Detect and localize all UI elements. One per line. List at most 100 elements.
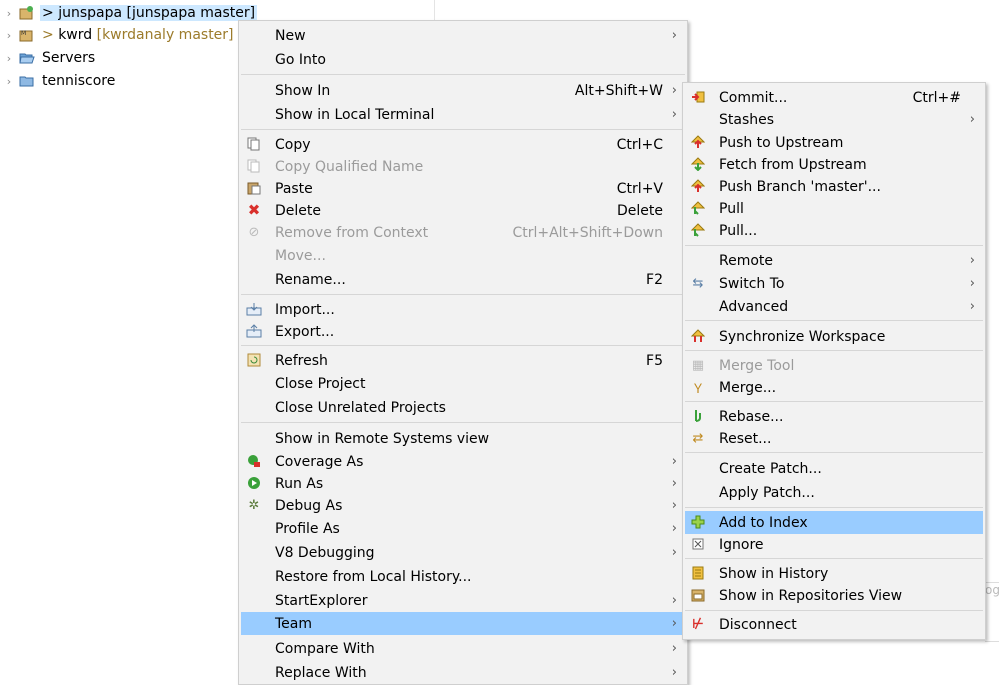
menu-item-switch-to[interactable]: ⇆ Switch To › (685, 272, 983, 295)
menu-item-merge-tool[interactable]: ▦ Merge Tool (685, 354, 983, 377)
menu-item-profile-as[interactable]: Profile As › (241, 517, 685, 540)
menu-item-rename[interactable]: Rename... F2 (241, 268, 685, 291)
menu-item-compare-with[interactable]: Compare With › (241, 637, 685, 660)
menu-item-copy-qualified-name[interactable]: Copy Qualified Name (241, 155, 685, 178)
submenu-arrow-icon: › (671, 593, 677, 608)
menu-item-delete[interactable]: ✖ Delete Delete (241, 199, 685, 222)
menu-item-commit[interactable]: Commit... Ctrl+# (685, 86, 983, 109)
menu-item-label: Team (275, 615, 313, 632)
menu-item-new[interactable]: New › (241, 24, 685, 47)
menu-item-label: Advanced (719, 298, 789, 315)
repositories-view-icon (690, 587, 706, 603)
menu-item-move[interactable]: Move... (241, 244, 685, 267)
menu-item-show-in-history[interactable]: Show in History (685, 562, 983, 585)
menu-item-remote[interactable]: Remote › (685, 249, 983, 272)
menu-separator (685, 320, 983, 321)
menu-item-label: Copy Qualified Name (275, 158, 424, 175)
submenu-arrow-icon: › (671, 665, 677, 680)
folder-open-icon (18, 50, 36, 66)
menu-item-paste[interactable]: Paste Ctrl+V (241, 177, 685, 200)
menu-item-pull[interactable]: Pull (685, 197, 983, 220)
menu-item-disconnect[interactable]: ⊬ Disconnect (685, 613, 983, 636)
menu-item-label: Copy (275, 136, 311, 153)
menu-item-restore-from-local-history[interactable]: Restore from Local History... (241, 565, 685, 588)
menu-separator (241, 345, 685, 346)
menu-item-run-as[interactable]: Run As › (241, 472, 685, 495)
menu-item-label: Merge... (719, 379, 777, 396)
menu-item-show-in-repositories-view[interactable]: Show in Repositories View (685, 584, 983, 607)
menu-item-close-project[interactable]: Close Project (241, 372, 685, 395)
menu-item-copy[interactable]: Copy Ctrl+C (241, 133, 685, 156)
menu-item-startexplorer[interactable]: StartExplorer › (241, 589, 685, 612)
menu-separator (685, 507, 983, 508)
menu-item-go-into[interactable]: Go Into (241, 48, 685, 71)
disconnect-icon: ⊬ (692, 616, 704, 632)
menu-item-push-to-upstream[interactable]: Push to Upstream (685, 131, 983, 154)
menu-item-push-branch[interactable]: Push Branch 'master'... (685, 175, 983, 198)
menu-item-debug-as[interactable]: ✲ Debug As › (241, 494, 685, 517)
menu-item-pull-dialog[interactable]: Pull... (685, 219, 983, 242)
history-icon (690, 565, 706, 581)
expand-arrow-icon[interactable]: › (0, 29, 18, 42)
menu-item-label: Show in Remote Systems view (275, 430, 490, 447)
menu-item-label: Ignore (719, 536, 764, 553)
tree-item-tenniscore[interactable]: › tenniscore (0, 70, 117, 92)
menu-item-label: Rename... (275, 271, 346, 288)
menu-separator (685, 558, 983, 559)
submenu-arrow-icon: › (969, 253, 975, 268)
submenu-arrow-icon: › (671, 454, 677, 469)
menu-item-label: Synchronize Workspace (719, 328, 886, 345)
menu-item-v8-debugging[interactable]: V8 Debugging › (241, 541, 685, 564)
menu-item-close-unrelated-projects[interactable]: Close Unrelated Projects (241, 396, 685, 419)
expand-arrow-icon[interactable]: › (0, 75, 18, 88)
menu-item-refresh[interactable]: Refresh F5 (241, 349, 685, 372)
menu-item-coverage-as[interactable]: Coverage As › (241, 450, 685, 473)
menu-item-label: V8 Debugging (275, 544, 375, 561)
expand-arrow-icon[interactable]: › (0, 52, 18, 65)
editor-fragment: og (985, 582, 999, 642)
submenu-arrow-icon: › (671, 28, 677, 43)
menu-item-ignore[interactable]: Ignore (685, 533, 983, 556)
menu-item-show-in[interactable]: Show In Alt+Shift+W › (241, 79, 685, 102)
tree-item-junspapa[interactable]: › > junspapa [junspapa master] (0, 2, 258, 24)
tree-item-name: tenniscore (42, 73, 116, 89)
folder-icon (18, 73, 36, 89)
menu-item-rebase[interactable]: Rebase... (685, 405, 983, 428)
merge-tool-icon: ▦ (691, 357, 705, 373)
tree-item-servers[interactable]: › Servers (0, 47, 97, 69)
menu-item-accel: Alt+Shift+W (574, 82, 663, 99)
submenu-arrow-icon: › (969, 112, 975, 127)
menu-item-label: Disconnect (719, 616, 797, 633)
submenu-arrow-icon: › (671, 498, 677, 513)
menu-item-export[interactable]: Export... (241, 320, 685, 343)
menu-item-apply-patch[interactable]: Apply Patch... (685, 481, 983, 504)
menu-item-reset[interactable]: ⇄ Reset... (685, 427, 983, 450)
menu-separator (685, 452, 983, 453)
menu-item-advanced[interactable]: Advanced › (685, 295, 983, 318)
menu-item-replace-with[interactable]: Replace With › (241, 661, 685, 684)
delete-icon: ✖ (247, 201, 261, 219)
expand-arrow-icon[interactable]: › (0, 7, 18, 20)
copy-qualified-name-icon (246, 158, 262, 174)
menu-item-fetch-from-upstream[interactable]: Fetch from Upstream (685, 153, 983, 176)
menu-item-label: Restore from Local History... (275, 568, 472, 585)
menu-item-remove-from-context[interactable]: ⊘ Remove from Context Ctrl+Alt+Shift+Down (241, 221, 685, 244)
export-icon (246, 323, 262, 339)
menu-item-add-to-index[interactable]: Add to Index (685, 511, 983, 534)
menu-item-synchronize-workspace[interactable]: Synchronize Workspace (685, 325, 983, 348)
menu-item-label: Export... (275, 323, 335, 340)
push-branch-icon (690, 178, 706, 194)
menu-item-label: Pull (719, 200, 744, 217)
menu-item-merge[interactable]: Ｙ Merge... (685, 376, 983, 399)
menu-item-import[interactable]: Import... (241, 298, 685, 321)
menu-item-accel: Ctrl+C (616, 136, 663, 153)
menu-separator (241, 422, 685, 423)
menu-item-stashes[interactable]: Stashes › (685, 108, 983, 131)
menu-item-show-in-local-terminal[interactable]: Show in Local Terminal › (241, 103, 685, 126)
tree-item-kwrd[interactable]: › M > kwrd [kwrdanaly master] (0, 24, 236, 46)
menu-item-team[interactable]: Team › (241, 612, 685, 635)
menu-item-create-patch[interactable]: Create Patch... (685, 457, 983, 480)
menu-item-label: Commit... (719, 89, 788, 106)
menu-item-show-in-remote-systems-view[interactable]: Show in Remote Systems view (241, 427, 685, 450)
menu-item-label: Add to Index (719, 514, 808, 531)
